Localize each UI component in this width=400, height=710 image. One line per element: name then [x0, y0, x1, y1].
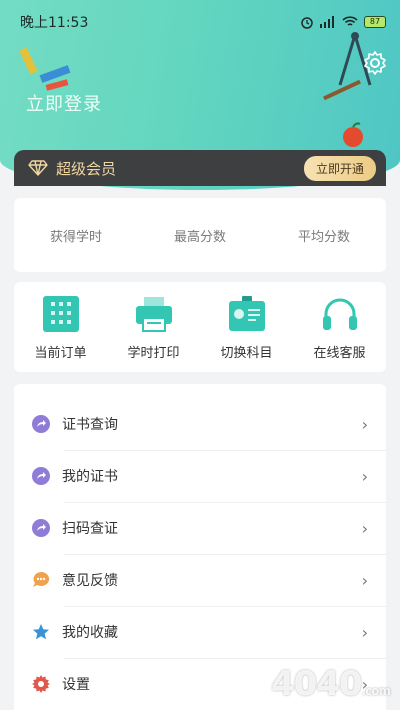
chevron-right-icon: ›: [361, 518, 368, 538]
menu-item-feedback[interactable]: 意见反馈 ›: [14, 554, 386, 606]
menu-item-my-certificates[interactable]: 我的证书 ›: [14, 450, 386, 502]
chat-icon: [33, 571, 50, 587]
apple-illustration: [343, 122, 363, 147]
menu-item-scan-verify[interactable]: 扫码查证 ›: [14, 502, 386, 554]
status-time: 晚上11:53: [20, 15, 89, 31]
chevron-right-icon: ›: [361, 414, 368, 434]
stat-study-hours: 获得学时: [49, 229, 102, 245]
share-icon: [32, 519, 50, 537]
headphones-icon: [322, 298, 357, 330]
stat-average-score: 平均分数: [297, 229, 350, 245]
login-link[interactable]: 立即登录: [26, 90, 102, 116]
quick-action-label: 学时打印: [127, 345, 180, 361]
status-icons: 87: [300, 15, 386, 29]
quick-actions-card: 当前订单 学时打印 切换科目 在线客服: [14, 282, 386, 372]
menu-item-label: 扫码查证: [62, 521, 118, 537]
quick-action-switch-subject[interactable]: 切换科目: [207, 294, 287, 361]
diamond-icon: [28, 160, 48, 176]
order-icon: [42, 295, 79, 332]
signal-icon: [320, 16, 334, 28]
quick-action-orders[interactable]: 当前订单: [21, 294, 101, 361]
quick-action-label: 切换科目: [220, 345, 273, 361]
vip-label: 超级会员: [56, 159, 117, 178]
stat-highest-score: 最高分数: [173, 229, 226, 245]
quick-action-support[interactable]: 在线客服: [300, 294, 380, 361]
chevron-right-icon: ›: [361, 466, 368, 486]
quick-action-label: 当前订单: [34, 345, 87, 361]
gear-icon: [32, 675, 50, 693]
wifi-icon: [342, 16, 358, 26]
vip-banner[interactable]: 超级会员 立即开通: [14, 150, 386, 186]
menu-list: 证书查询 › 我的证书 › 扫码查证 › 意见反馈 › 我的收藏 › 设置 ›: [14, 384, 386, 710]
watermark-logo: 4040.com: [270, 664, 391, 704]
vip-activate-button[interactable]: 立即开通: [303, 155, 376, 181]
share-icon: [32, 467, 50, 485]
chevron-right-icon: ›: [361, 570, 368, 590]
stats-card: 获得学时 最高分数 平均分数: [14, 198, 386, 272]
menu-item-label: 我的证书: [62, 469, 118, 485]
menu-item-label: 我的收藏: [62, 625, 118, 641]
menu-item-certificate-query[interactable]: 证书查询 ›: [14, 398, 386, 450]
chevron-right-icon: ›: [361, 622, 368, 642]
brush-illustration: [323, 79, 361, 101]
alarm-icon: [301, 17, 313, 29]
menu-item-label: 意见反馈: [62, 573, 118, 589]
menu-item-favorites[interactable]: 我的收藏 ›: [14, 606, 386, 658]
battery-indicator: 87: [364, 16, 386, 28]
settings-icon[interactable]: [362, 50, 388, 76]
star-icon: [33, 624, 49, 640]
id-card-icon: [228, 295, 265, 331]
watermark-text: 4040: [270, 664, 363, 704]
printer-icon: [135, 296, 172, 332]
watermark-suffix: .com: [361, 684, 391, 698]
menu-item-label: 设置: [62, 677, 90, 693]
status-bar: 晚上11:53 87: [20, 12, 386, 32]
quick-action-label: 在线客服: [313, 345, 366, 361]
quick-action-print[interactable]: 学时打印: [114, 294, 194, 361]
share-icon: [32, 415, 50, 433]
menu-item-label: 证书查询: [62, 417, 118, 433]
